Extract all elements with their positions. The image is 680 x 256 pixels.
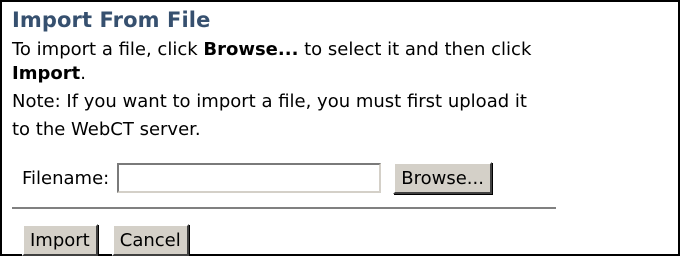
instruction-import-emphasis: Import xyxy=(12,63,81,84)
cancel-button[interactable]: Cancel xyxy=(111,224,189,256)
note-line-1: Note: If you want to import a file, you … xyxy=(12,91,527,112)
filename-input[interactable] xyxy=(117,163,382,193)
instruction-line-1: To import a file, click Browse... to sel… xyxy=(12,39,531,61)
note-line-2: to the WebCT server. xyxy=(12,119,201,140)
instruction-text: . xyxy=(80,63,86,84)
browse-button[interactable]: Browse... xyxy=(393,162,492,194)
instruction-browse-emphasis: Browse... xyxy=(203,39,299,60)
divider xyxy=(12,207,556,210)
filename-label: Filename: xyxy=(22,167,110,189)
filename-row: Filename: Browse... xyxy=(22,160,492,196)
instruction-text: To import a file, click xyxy=(12,39,204,60)
import-dialog: Import From File To import a file, click… xyxy=(0,0,680,256)
page-title: Import From File xyxy=(12,8,211,32)
action-buttons: Import Cancel xyxy=(22,224,189,256)
import-button[interactable]: Import xyxy=(22,224,98,256)
instruction-text: to select it and then click xyxy=(298,39,532,60)
instruction-line-2: Import. xyxy=(12,63,86,85)
